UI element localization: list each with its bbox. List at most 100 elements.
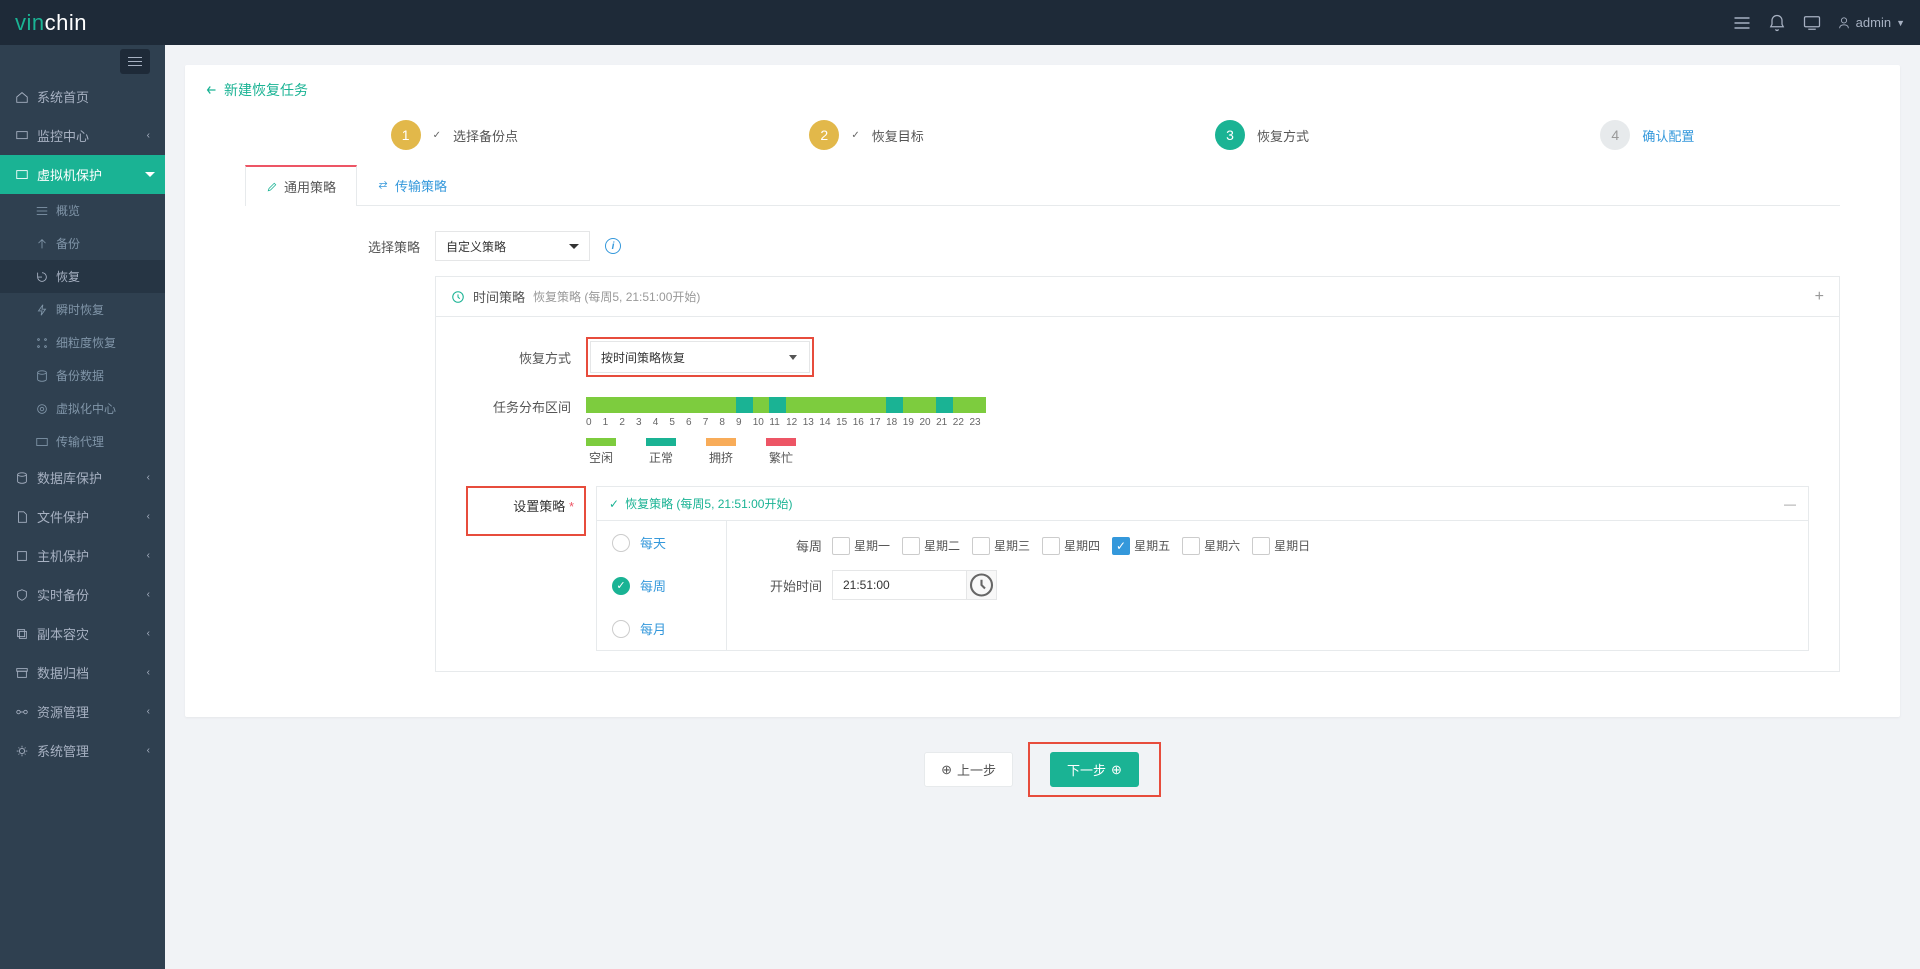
distribution-row: 任务分布区间 012345678910111213141516171819202…: [466, 397, 1809, 466]
sub-data[interactable]: 备份数据: [0, 359, 165, 392]
day-item[interactable]: 星期二: [902, 537, 960, 555]
step-num: 4: [1600, 120, 1630, 150]
nav-db[interactable]: 数据库保护‹: [0, 458, 165, 497]
file-icon: [15, 510, 29, 524]
sub-backup[interactable]: 备份: [0, 227, 165, 260]
db-icon: [15, 471, 29, 485]
nav-monitor[interactable]: 监控中心‹: [0, 116, 165, 155]
breadcrumb: 新建恢复任务: [205, 80, 1880, 100]
freq-weekly[interactable]: 每周: [597, 564, 726, 607]
tabs: 通用策略 传输策略: [245, 165, 1840, 206]
home-icon: [15, 90, 29, 104]
data-icon: [35, 369, 49, 383]
vm-icon: [15, 168, 29, 182]
day-item[interactable]: 星期三: [972, 537, 1030, 555]
nav-home[interactable]: 系统首页: [0, 77, 165, 116]
tab-transfer[interactable]: 传输策略: [357, 165, 467, 205]
add-icon[interactable]: +: [1815, 288, 1824, 306]
edit-icon: [266, 181, 278, 193]
timebar: [586, 397, 986, 413]
nav-file[interactable]: 文件保护‹: [0, 497, 165, 536]
highlight-set-policy: 设置策略 *: [466, 486, 586, 536]
monitor-icon[interactable]: [1802, 13, 1822, 33]
tab-general[interactable]: 通用策略: [245, 165, 357, 206]
start-time-input[interactable]: 21:51:00: [832, 570, 967, 600]
checkbox[interactable]: [902, 537, 920, 555]
day-item[interactable]: 星期五: [1112, 537, 1170, 555]
hamburger-icon[interactable]: [120, 49, 150, 74]
step-3: 3恢复方式: [1215, 120, 1309, 150]
set-policy-row: 设置策略 * ✓ 恢复策略 (每周5, 21:51:00开始) — 每天: [466, 486, 1809, 651]
sub-virt[interactable]: 虚拟化中心: [0, 392, 165, 425]
day-item[interactable]: 星期六: [1182, 537, 1240, 555]
restore-mode-select[interactable]: 按时间策略恢复: [590, 341, 810, 373]
logo: vinchin: [15, 10, 87, 36]
header-right: admin ▼: [1732, 13, 1905, 33]
step-num: 3: [1215, 120, 1245, 150]
step-4: 4确认配置: [1600, 120, 1694, 150]
monitor-nav-icon: [15, 129, 29, 143]
legend-busy: 繁忙: [766, 438, 796, 466]
freq-monthly[interactable]: 每月: [597, 607, 726, 650]
freq-col: 每天 每周 每月: [597, 521, 727, 650]
step-num: 2: [809, 120, 839, 150]
next-button[interactable]: 下一步⊕: [1050, 752, 1139, 787]
day-item[interactable]: 星期日: [1252, 537, 1310, 555]
back-icon[interactable]: [205, 83, 219, 97]
detail-col: 每周 星期一星期二星期三星期四星期五星期六星期日 开始时间 21:51:00: [727, 521, 1808, 650]
setting-panel-header: ✓ 恢复策略 (每周5, 21:51:00开始) —: [597, 487, 1808, 521]
day-item[interactable]: 星期四: [1042, 537, 1100, 555]
checkbox[interactable]: [1252, 537, 1270, 555]
checkbox[interactable]: [832, 537, 850, 555]
prev-button[interactable]: ⊕上一步: [924, 752, 1013, 787]
time-policy-box: 时间策略 恢复策略 (每周5, 21:51:00开始) + 恢复方式 按时间策略…: [435, 276, 1840, 672]
flash-icon: [35, 303, 49, 317]
checkbox[interactable]: [1112, 537, 1130, 555]
freq-daily[interactable]: 每天: [597, 521, 726, 564]
minus-icon[interactable]: —: [1784, 497, 1796, 511]
restore-icon: [35, 270, 49, 284]
sidebar-toggle: [0, 45, 165, 77]
checkbox[interactable]: [1182, 537, 1200, 555]
day-item[interactable]: 星期一: [832, 537, 890, 555]
nav-replica[interactable]: 副本容灾‹: [0, 614, 165, 653]
list-icon[interactable]: [1732, 13, 1752, 33]
sub-overview[interactable]: 概览: [0, 194, 165, 227]
sub-instant[interactable]: 瞬时恢复: [0, 293, 165, 326]
user-menu[interactable]: admin ▼: [1837, 15, 1905, 30]
footer-buttons: ⊕上一步 下一步⊕: [185, 742, 1900, 797]
restore-mode-row: 恢复方式 按时间策略恢复: [466, 337, 1809, 377]
nav-vm[interactable]: 虚拟机保护: [0, 155, 165, 194]
host-icon: [15, 549, 29, 563]
step-1: 1✓选择备份点: [391, 120, 518, 150]
check-icon: ✓: [433, 130, 441, 141]
bell-icon[interactable]: [1767, 13, 1787, 33]
nav-realtime[interactable]: 实时备份‹: [0, 575, 165, 614]
policy-select[interactable]: 自定义策略: [435, 231, 590, 261]
nav-archive[interactable]: 数据归档‹: [0, 653, 165, 692]
clock-button[interactable]: [967, 570, 997, 600]
checkbox[interactable]: [1042, 537, 1060, 555]
sub-proxy[interactable]: 传输代理: [0, 425, 165, 458]
proxy-icon: [35, 435, 49, 449]
legend-crowded: 拥挤: [706, 438, 736, 466]
set-policy-label: 设置策略 *: [513, 496, 574, 515]
distribution-chart: 01234567891011121314151617181920212223 空…: [586, 397, 986, 466]
shield-icon: [15, 588, 29, 602]
restore-mode-label: 恢复方式: [466, 348, 586, 367]
legend: 空闲 正常 拥挤 繁忙: [586, 438, 986, 466]
virt-icon: [35, 402, 49, 416]
start-time-label: 开始时间: [752, 576, 822, 595]
sub-restore[interactable]: 恢复: [0, 260, 165, 293]
nav-host[interactable]: 主机保护‹: [0, 536, 165, 575]
highlight-next: 下一步⊕: [1028, 742, 1161, 797]
sub-granular[interactable]: 细粒度恢复: [0, 326, 165, 359]
nav-resource[interactable]: 资源管理‹: [0, 692, 165, 731]
nav-system[interactable]: 系统管理‹: [0, 731, 165, 770]
info-icon[interactable]: i: [605, 238, 621, 254]
setting-panel-body: 每天 每周 每月 每周 星期一星期二星期三星期四星期五星期六星期日: [597, 521, 1808, 650]
legend-idle: 空闲: [586, 438, 616, 466]
policy-select-row: 选择策略 自定义策略 i: [365, 231, 1840, 261]
top-header: vinchin admin ▼: [0, 0, 1920, 45]
checkbox[interactable]: [972, 537, 990, 555]
